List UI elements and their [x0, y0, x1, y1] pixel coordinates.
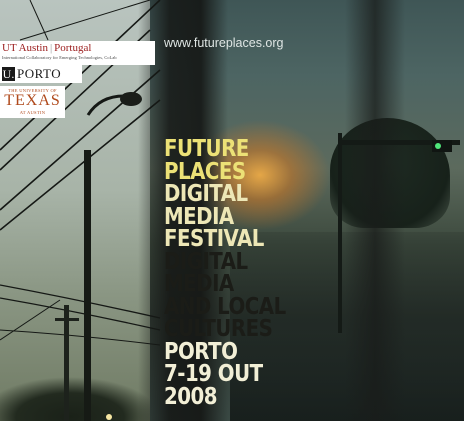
wire [0, 329, 161, 346]
traffic-pole [338, 133, 342, 333]
logo-separator: | [49, 42, 53, 54]
utility-pole [84, 150, 91, 421]
headline-year: 2008 [164, 383, 218, 410]
headline-dates: 7-19 OUT [164, 361, 263, 387]
headline-cultures: CULTURES [164, 316, 273, 342]
headline-city: PORTO [164, 338, 238, 365]
portugal-wordmark: Portugal [54, 42, 92, 54]
festival-headline: FUTURE PLACES DIGITAL MEDIA FESTIVAL DIG… [164, 138, 286, 408]
ut-austin-wordmark: UT Austin [2, 42, 48, 54]
headline-and-local: AND LOCAL [164, 293, 286, 320]
headline-digital-2: DIGITAL [164, 248, 248, 275]
headline-future: FUTURE [164, 136, 249, 162]
headline-media-2: MEDIA [164, 271, 234, 297]
traffic-light-green [435, 143, 441, 149]
texas-logo-bottom: AT AUSTIN [19, 110, 46, 115]
u-porto-logo: U. PORTO [0, 65, 82, 83]
texas-logo-wordmark: TEXAS [4, 92, 61, 109]
street-light-glow [106, 414, 112, 420]
headline-media: MEDIA [164, 203, 234, 230]
wire [0, 99, 161, 231]
utility-pole [64, 305, 69, 421]
u-porto-mark: U. [2, 67, 15, 81]
wire [0, 297, 161, 331]
streetlight-lamp [120, 92, 142, 106]
headline-places: PLACES [164, 158, 246, 185]
u-porto-wordmark: PORTO [17, 66, 62, 81]
colab-subtitle: International Collaboratory for Emerging… [2, 55, 117, 60]
crossbar [55, 318, 79, 321]
headline-festival: FESTIVAL [164, 226, 264, 252]
ut-austin-portugal-logo: UT Austin | Portugal International Collabo… [0, 41, 155, 65]
website-url: www.futureplaces.org [164, 36, 284, 50]
ut-texas-logo: THE UNIVERSITY OF TEXAS AT AUSTIN [0, 86, 65, 118]
headline-digital: DIGITAL [164, 181, 248, 207]
festival-poster: UT Austin | Portugal International Collabo… [0, 0, 464, 421]
